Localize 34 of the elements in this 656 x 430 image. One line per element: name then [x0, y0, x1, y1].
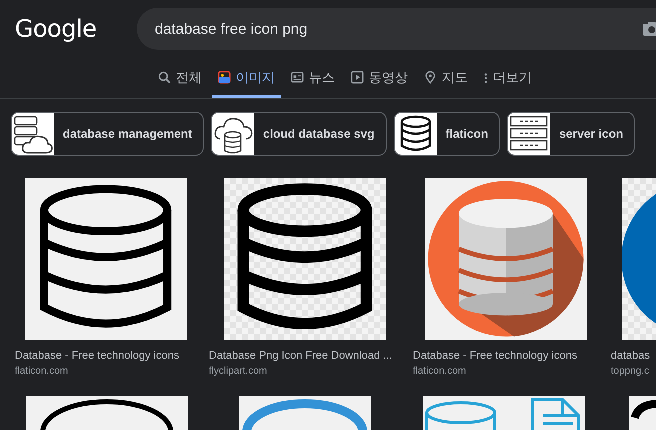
search-field[interactable]: database free icon png: [137, 8, 656, 50]
image-result[interactable]: [26, 396, 188, 430]
related-search-chip[interactable]: cloud database svg: [211, 112, 387, 156]
search-tab[interactable]: 더보기: [478, 58, 538, 98]
newspaper-icon: [291, 71, 304, 84]
search-tab[interactable]: 지도: [418, 58, 474, 98]
image-result[interactable]: [629, 396, 656, 430]
search-tab[interactable]: 전체: [152, 58, 208, 98]
result-source: flaticon.com: [15, 366, 70, 377]
result-source: toppng.c: [611, 366, 650, 377]
thumbnail-drawing: [12, 113, 54, 155]
related-search-chip[interactable]: server icon: [507, 112, 636, 156]
google-logo[interactable]: Google: [15, 15, 119, 43]
play-icon: [351, 71, 364, 84]
search-icon: [158, 71, 171, 84]
image-result[interactable]: [25, 178, 187, 340]
image-result[interactable]: [224, 178, 386, 340]
result-title[interactable]: Database - Free technology icons: [413, 350, 599, 362]
more-icon: [484, 71, 488, 84]
related-search-chip[interactable]: database management: [11, 112, 204, 156]
result-title[interactable]: Database - Free technology icons: [15, 350, 197, 362]
search-tab[interactable]: 동영상: [345, 58, 414, 98]
thumbnail-drawing: [394, 113, 437, 155]
thumbnail-drawing: [508, 113, 550, 155]
thumbnail-drawing: [212, 113, 254, 155]
image-icon: [218, 71, 231, 84]
location-pin-icon: [424, 71, 437, 84]
search-tab[interactable]: 뉴스: [285, 58, 341, 98]
result-source: flyclipart.com: [209, 366, 268, 377]
related-search-chip[interactable]: flaticon: [394, 112, 500, 156]
result-title[interactable]: databas: [611, 350, 656, 362]
camera-icon[interactable]: [642, 21, 656, 37]
result-source: flaticon.com: [413, 366, 468, 377]
result-title[interactable]: Database Png Icon Free Download ...: [209, 350, 401, 362]
